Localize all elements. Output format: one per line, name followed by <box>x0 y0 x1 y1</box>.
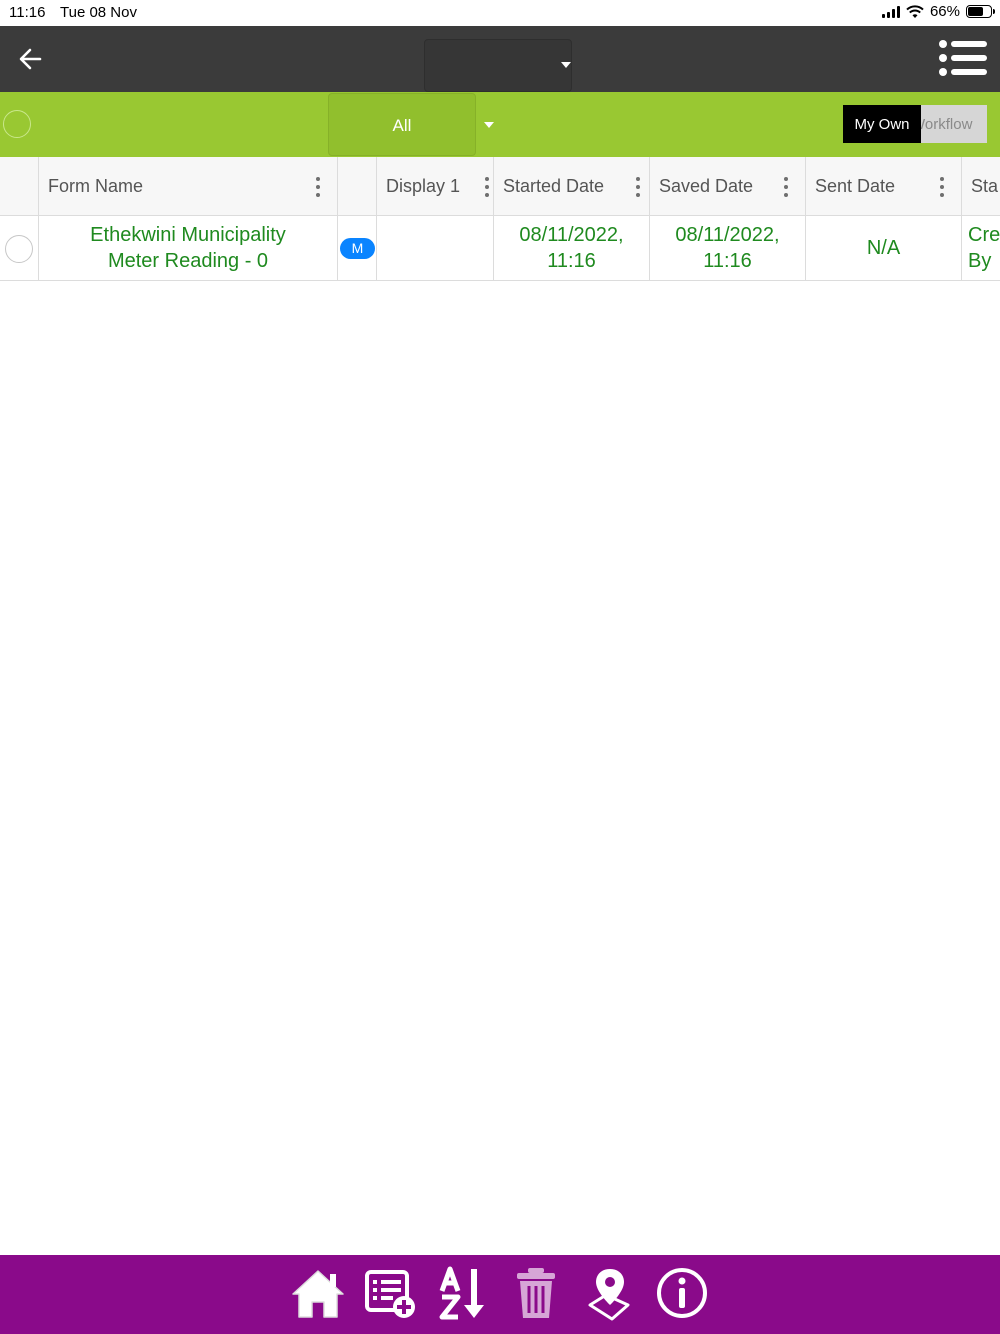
column-menu-icon[interactable] <box>940 177 944 197</box>
header-label: Form Name <box>48 176 144 196</box>
header-label: Started Date <box>503 176 605 196</box>
status-indicators: 66% <box>881 3 995 20</box>
sort-az-icon[interactable] <box>436 1265 492 1321</box>
trash-icon[interactable] <box>508 1265 564 1321</box>
saved-date-text: 08/11/2022, 11:16 <box>650 222 805 274</box>
form-name-text: Ethekwini Municipality Meter Reading - 0 <box>39 222 337 274</box>
table-row[interactable]: Ethekwini Municipality Meter Reading - 0… <box>0 216 1000 281</box>
form-type-badge: M <box>340 238 375 259</box>
row-select-cell <box>0 216 39 280</box>
form-name-line-2: Meter Reading - 0 <box>107 250 269 272</box>
bottom-toolbar <box>0 1255 1000 1334</box>
column-menu-icon[interactable] <box>485 177 489 197</box>
cell-display-1[interactable] <box>377 216 494 280</box>
header-status[interactable]: Sta <box>962 157 1000 215</box>
top-app-bar <box>0 26 1000 92</box>
ownership-toggle[interactable]: My Own Workflow <box>843 105 987 143</box>
toggle-my-own[interactable]: My Own <box>843 105 921 143</box>
home-icon[interactable] <box>290 1265 346 1321</box>
header-form-name[interactable]: Form Name <box>39 157 338 215</box>
header-sent-date[interactable]: Sent Date <box>806 157 962 215</box>
started-date-line-1: 08/11/2022, <box>519 224 624 246</box>
header-started-date[interactable]: Started Date <box>494 157 650 215</box>
back-arrow-icon[interactable] <box>14 42 48 76</box>
status-bar: 11:16 Tue 08 Nov 66% <box>0 0 1000 26</box>
form-name-line-1: Ethekwini Municipality <box>90 224 286 246</box>
map-pin-icon[interactable] <box>580 1265 636 1321</box>
status-time: 11:16 <box>9 4 46 21</box>
cell-status[interactable]: Cre By <box>962 216 1000 280</box>
status-filter-dropdown[interactable]: All <box>328 93 476 156</box>
header-label: Display 1 <box>386 176 461 196</box>
toggle-my-own-label: My Own <box>854 115 910 133</box>
column-menu-icon[interactable] <box>636 177 640 197</box>
toggle-workflow[interactable]: Workflow <box>921 105 987 143</box>
status-filter-value: All <box>392 116 412 135</box>
header-display-1[interactable]: Display 1 <box>377 157 494 215</box>
wifi-icon <box>906 4 924 18</box>
header-label: Sent Date <box>815 176 896 196</box>
list-menu-icon[interactable] <box>938 40 988 76</box>
row-select-radio[interactable] <box>5 235 33 263</box>
cell-sent-date[interactable]: N/A <box>806 216 962 280</box>
filter-bar: All My Own Workflow <box>0 92 1000 157</box>
saved-date-line-1: 08/11/2022, <box>675 224 780 246</box>
sent-date-text: N/A <box>866 237 901 259</box>
column-menu-icon[interactable] <box>316 177 320 197</box>
select-all-radio[interactable] <box>3 110 31 138</box>
cellular-signal-icon <box>881 5 900 18</box>
header-saved-date[interactable]: Saved Date <box>650 157 806 215</box>
forms-table: Form Name Display 1 Started Date Saved D… <box>0 157 1000 281</box>
cell-badge: M <box>338 216 377 280</box>
saved-date-line-2: 11:16 <box>703 250 752 272</box>
form-selector-dropdown[interactable] <box>424 39 572 92</box>
toggle-workflow-label: Workflow <box>921 115 973 133</box>
status-text: Cre By <box>968 222 1000 274</box>
column-menu-icon[interactable] <box>784 177 788 197</box>
cell-saved-date[interactable]: 08/11/2022, 11:16 <box>650 216 806 280</box>
new-form-icon[interactable] <box>362 1265 418 1321</box>
started-date-text: 08/11/2022, 11:16 <box>494 222 649 274</box>
cell-started-date[interactable]: 08/11/2022, 11:16 <box>494 216 650 280</box>
info-icon[interactable] <box>654 1265 710 1321</box>
chevron-down-icon[interactable] <box>484 122 494 128</box>
cell-form-name[interactable]: Ethekwini Municipality Meter Reading - 0 <box>39 216 338 280</box>
header-select-cell <box>0 157 39 215</box>
battery-percent: 66% <box>929 3 960 20</box>
table-header-row: Form Name Display 1 Started Date Saved D… <box>0 157 1000 216</box>
status-line-1: Cre <box>968 224 1000 246</box>
header-label: Saved Date <box>659 176 754 196</box>
chevron-down-icon <box>561 62 571 68</box>
started-date-line-2: 11:16 <box>547 250 596 272</box>
header-label: Sta <box>971 176 999 196</box>
status-line-2: By <box>968 250 992 272</box>
battery-icon <box>966 5 995 18</box>
header-badge-cell <box>338 157 377 215</box>
status-date: Tue 08 Nov <box>60 4 137 21</box>
